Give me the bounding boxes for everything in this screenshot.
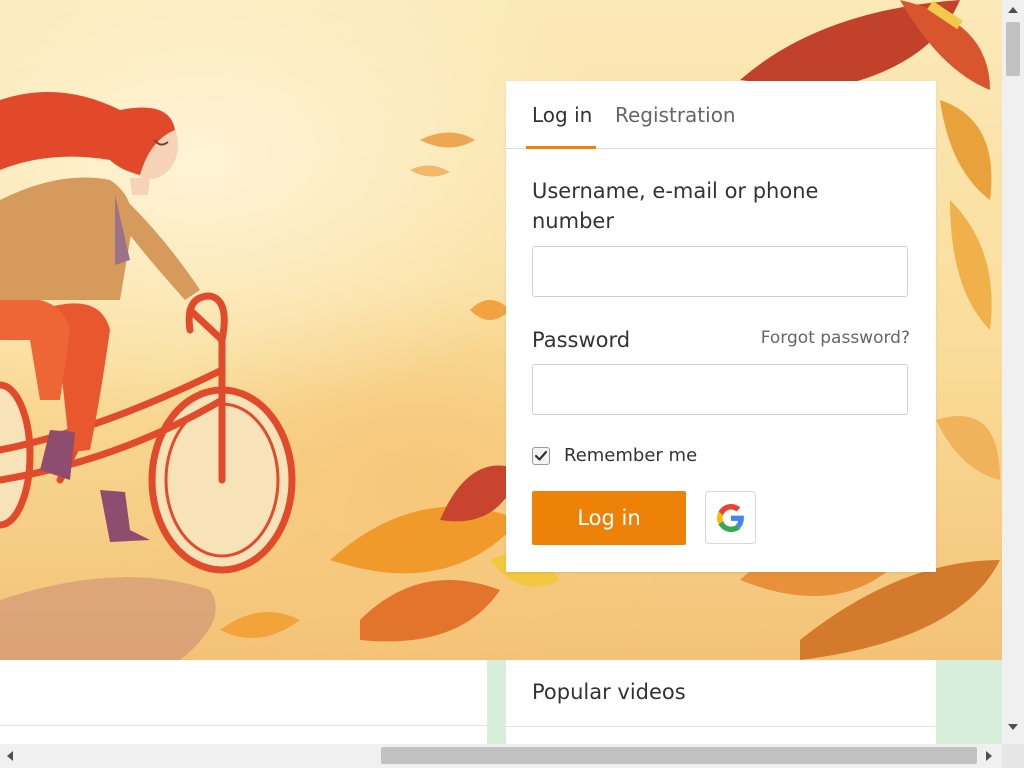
remember-me-label: Remember me — [564, 445, 698, 466]
divider — [506, 726, 936, 727]
tab-login[interactable]: Log in — [532, 103, 592, 127]
scroll-down-icon[interactable] — [1008, 724, 1018, 730]
google-icon — [717, 504, 744, 532]
scroll-right-icon[interactable] — [986, 751, 992, 761]
divider — [0, 725, 487, 726]
checkmark-icon — [534, 450, 548, 461]
scrollbar-corner — [1002, 744, 1024, 768]
scroll-up-icon[interactable] — [1008, 7, 1018, 13]
vertical-scrollbar[interactable] — [1002, 0, 1024, 744]
remember-me-checkbox[interactable] — [532, 447, 550, 465]
password-label: Password — [532, 328, 631, 352]
tab-registration[interactable]: Registration — [615, 103, 736, 127]
horizontal-scrollbar[interactable] — [0, 744, 1002, 768]
vertical-scroll-thumb[interactable] — [1006, 22, 1020, 76]
horizontal-scroll-thumb[interactable] — [381, 747, 977, 764]
login-button[interactable]: Log in — [532, 491, 686, 545]
username-label: Username, e-mail or phone number — [532, 179, 819, 233]
username-input[interactable] — [532, 246, 908, 297]
password-input[interactable] — [532, 364, 908, 415]
forgot-password-link[interactable]: Forgot password? — [761, 328, 910, 348]
popular-videos-panel: Popular videos — [506, 660, 936, 744]
feed-panel — [0, 660, 487, 744]
google-login-button[interactable] — [705, 491, 756, 544]
popular-videos-title: Popular videos — [532, 680, 686, 704]
scroll-left-icon[interactable] — [7, 751, 13, 761]
auth-tabs: Log in Registration — [506, 81, 936, 149]
login-card: Log in Registration Username, e-mail or … — [506, 81, 936, 572]
active-tab-indicator — [526, 146, 596, 149]
